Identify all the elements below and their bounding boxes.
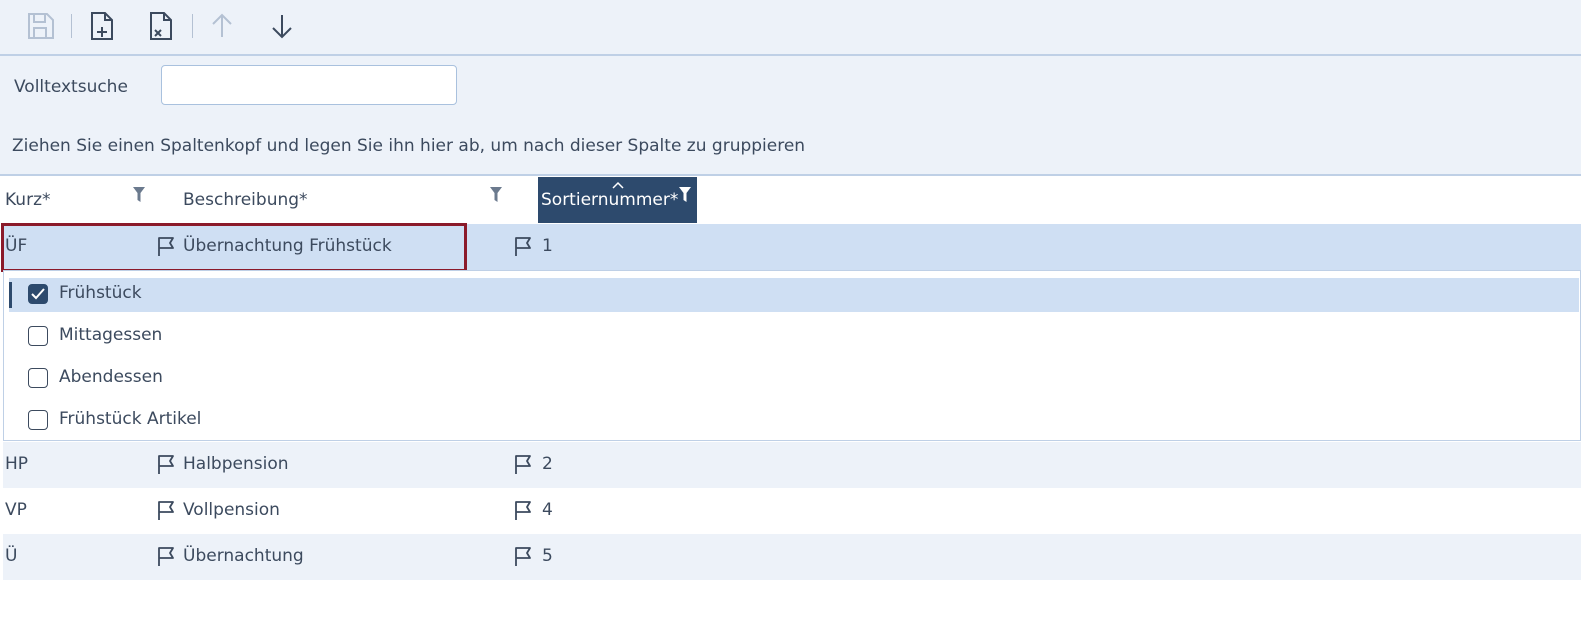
delete-record-button[interactable]	[139, 5, 181, 47]
move-up-button[interactable]	[201, 5, 243, 47]
cell-beschreibung: Vollpension	[183, 500, 280, 520]
column-header-sortiernummer[interactable]: Sortiernummer*	[538, 177, 697, 223]
cell-kurz: Ü	[5, 546, 18, 566]
file-plus-icon	[91, 12, 113, 40]
save-icon	[28, 13, 54, 39]
cell-beschreibung: Halbpension	[183, 454, 289, 474]
option-label: Abendessen	[59, 367, 163, 387]
checkbox[interactable]	[28, 368, 48, 388]
cell-sortiernummer: 5	[542, 546, 553, 566]
new-record-button[interactable]	[80, 5, 122, 47]
cell-kurz: HP	[5, 454, 29, 474]
table-row[interactable]: VP Vollpension 4	[3, 488, 1581, 534]
search-label: Volltextsuche	[14, 77, 128, 97]
toolbar-separator	[71, 14, 72, 38]
flag-icon	[515, 547, 531, 566]
list-item[interactable]: Frühstück Artikel	[9, 404, 1579, 438]
selection-indicator	[9, 282, 12, 308]
filter-icon[interactable]	[132, 186, 146, 204]
flag-icon	[158, 455, 174, 474]
table-row[interactable]: Ü Übernachtung 5	[3, 534, 1581, 580]
group-drop-hint[interactable]: Ziehen Sie einen Spaltenkopf und legen S…	[12, 136, 805, 156]
option-label: Frühstück Artikel	[59, 409, 202, 429]
table-row[interactable]: HP Halbpension 2	[3, 442, 1581, 488]
file-x-icon	[150, 12, 172, 40]
list-item[interactable]: Mittagessen	[9, 320, 1579, 354]
list-item[interactable]: Frühstück	[9, 278, 1579, 312]
search-input[interactable]	[161, 65, 457, 105]
cell-beschreibung: Übernachtung	[183, 546, 304, 566]
filter-icon[interactable]	[678, 186, 692, 204]
checkbox[interactable]	[28, 410, 48, 430]
arrow-down-icon	[272, 15, 292, 39]
flag-icon	[515, 455, 531, 474]
checkbox[interactable]	[28, 284, 48, 304]
arrow-up-icon	[212, 13, 232, 37]
column-header-label: Sortiernummer*	[541, 190, 679, 210]
cell-sortiernummer: 1	[542, 236, 553, 256]
filter-icon[interactable]	[489, 186, 503, 204]
move-down-button[interactable]	[261, 5, 303, 47]
flag-icon	[515, 237, 531, 256]
option-label: Frühstück	[59, 283, 142, 303]
row-detail-panel: Frühstück Mittagessen Abendessen Frühstü…	[3, 270, 1581, 441]
sort-ascending-icon	[612, 181, 624, 189]
focused-cell-outline	[1, 223, 467, 272]
toolbar-separator	[192, 14, 193, 38]
save-button[interactable]	[19, 5, 61, 47]
flag-icon	[515, 501, 531, 520]
cell-sortiernummer: 4	[542, 500, 553, 520]
cell-kurz: VP	[5, 500, 27, 520]
toolbar	[0, 0, 1581, 56]
checkmark-icon	[31, 288, 45, 300]
flag-icon	[158, 547, 174, 566]
cell-sortiernummer: 2	[542, 454, 553, 474]
option-label: Mittagessen	[59, 325, 163, 345]
checkbox[interactable]	[28, 326, 48, 346]
list-item[interactable]: Abendessen	[9, 362, 1579, 396]
flag-icon	[158, 501, 174, 520]
